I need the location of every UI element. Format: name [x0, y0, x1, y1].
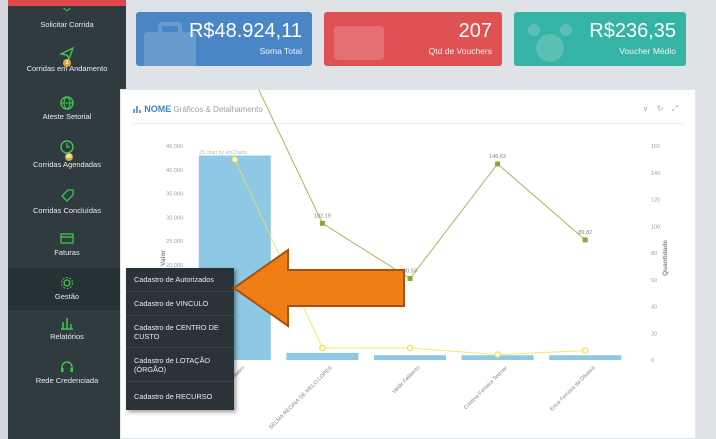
sidebar-item-solicitar-corrida[interactable]: Solicitar Corrida [8, 6, 126, 38]
bar [549, 355, 622, 360]
stat-label: Qtd de Vouchers [428, 46, 492, 56]
chart-watermark: JS chart by amCharts [199, 150, 248, 156]
sidebar-item-corridas-concluidas[interactable]: Corridas Concluídas [8, 188, 126, 220]
sidebar-item-label: Corridas Agendadas [33, 160, 101, 169]
stat-card-soma-total: R$48.924,11 Soma Total [136, 12, 312, 66]
sidebar-item-rede-credenciada[interactable]: Rede Credenciada [8, 360, 126, 392]
paw-icon [528, 24, 572, 62]
menu-item-cadastro-centro-custo[interactable]: Cadastro de CENTRO DE CUSTO [126, 316, 234, 348]
clock-icon [60, 140, 74, 154]
globe-icon [60, 96, 74, 110]
category-label: Erica Ferreira da Oliveira [549, 365, 597, 413]
stat-card-qtd-vouchers: 207 Qtd de Vouchers [324, 12, 502, 66]
sidebar-item-gestao[interactable]: Gestão [8, 268, 126, 310]
sidebar-item-relatorios[interactable]: Relatórios [8, 316, 126, 348]
y2-tick-label: 40 [651, 305, 657, 311]
gear-icon [61, 277, 73, 289]
series-point [581, 347, 589, 354]
sidebar-item-label: Relatórios [50, 332, 84, 341]
sidebar: Solicitar Corrida 2 Corridas em Andament… [0, 0, 126, 439]
badge: 2 [63, 59, 71, 67]
data-label: 146,63 [489, 154, 506, 160]
sidebar-item-label: Gestão [54, 292, 80, 301]
y-tick-label: 30.000 [166, 215, 183, 221]
sidebar-item-label: Ateste Setorial [42, 112, 92, 121]
sidebar-item-faturas[interactable]: Faturas [8, 232, 126, 262]
y-tick-label: 25.000 [166, 239, 183, 245]
series-point [319, 344, 326, 352]
category-label: SELMA REGINA DE MELO LOPES [268, 365, 334, 431]
y-tick-label: 45.000 [166, 144, 183, 150]
menu-item-cadastro-recurso[interactable]: Cadastro de RECURSO [126, 382, 234, 410]
stat-label: Soma Total [259, 46, 302, 56]
headset-icon [61, 361, 73, 372]
sidebar-item-corridas-em-andamento[interactable]: 2 Corridas em Andamento [8, 46, 126, 88]
menu-item-cadastro-lotacao[interactable]: Cadastro de LOTAÇÃO (ÓRGÃO) [126, 348, 234, 382]
menu-item-cadastro-vinculo[interactable]: Cadastro de VINCULO [126, 292, 234, 316]
y2-tick-label: 100 [651, 224, 660, 230]
data-label: 102,19 [314, 213, 331, 219]
y2-tick-label: 160 [651, 144, 660, 150]
tag-icon [61, 189, 74, 202]
badge: 46 [65, 153, 73, 161]
y-axis-label: Valor [160, 250, 167, 266]
ticket-icon [334, 26, 384, 60]
menu-item-cadastro-autorizados[interactable]: Cadastro de Autorizados [126, 268, 234, 292]
credit-card-icon [60, 233, 74, 244]
series-point [495, 161, 501, 167]
series-point [582, 237, 588, 243]
annotation-arrow [232, 248, 405, 328]
bar [374, 355, 446, 360]
y2-axis-label: Quantidade [662, 240, 669, 276]
series-point [319, 220, 325, 226]
y2-tick-label: 0 [651, 358, 654, 364]
stat-label: Voucher Médio [619, 46, 676, 56]
bar [286, 352, 359, 360]
y2-tick-label: 120 [651, 198, 660, 204]
sidebar-item-label: Rede Credenciada [35, 376, 99, 385]
stat-value: R$236,35 [589, 20, 676, 42]
series-point [406, 344, 414, 352]
sidebar-item-label: Faturas [54, 248, 80, 257]
y2-tick-label: 80 [651, 251, 657, 257]
sidebar-item-label: Solicitar Corrida [40, 20, 94, 29]
bar-chart-icon [61, 318, 73, 330]
y-tick-label: 40.000 [166, 168, 183, 174]
series-point [231, 156, 239, 163]
sidebar-item-label: Corridas Concluídas [33, 206, 101, 215]
shield-icon [63, 8, 71, 12]
stat-value: R$48.924,11 [188, 20, 302, 42]
sidebar-item-ateste-setorial[interactable]: Ateste Setorial [8, 96, 126, 128]
paper-plane-icon [58, 46, 75, 60]
y-tick-label: 35.000 [166, 192, 183, 198]
category-label: Cristina Ferreira Tetzner [463, 365, 509, 411]
data-label: 89,82 [578, 230, 592, 236]
stat-card-voucher-medio: R$236,35 Voucher Médio [514, 12, 686, 66]
series-point [494, 351, 501, 358]
y2-tick-label: 20 [651, 331, 657, 337]
sidebar-item-corridas-agendadas[interactable]: 46 Corridas Agendadas [8, 140, 126, 178]
gestao-flyout-menu: Cadastro de Autorizados Cadastro de VINC… [126, 268, 234, 410]
category-label: Valdir Feliberto [391, 365, 421, 395]
y2-tick-label: 60 [651, 278, 657, 284]
y2-tick-label: 140 [651, 171, 660, 177]
stat-value: 207 [458, 20, 492, 42]
